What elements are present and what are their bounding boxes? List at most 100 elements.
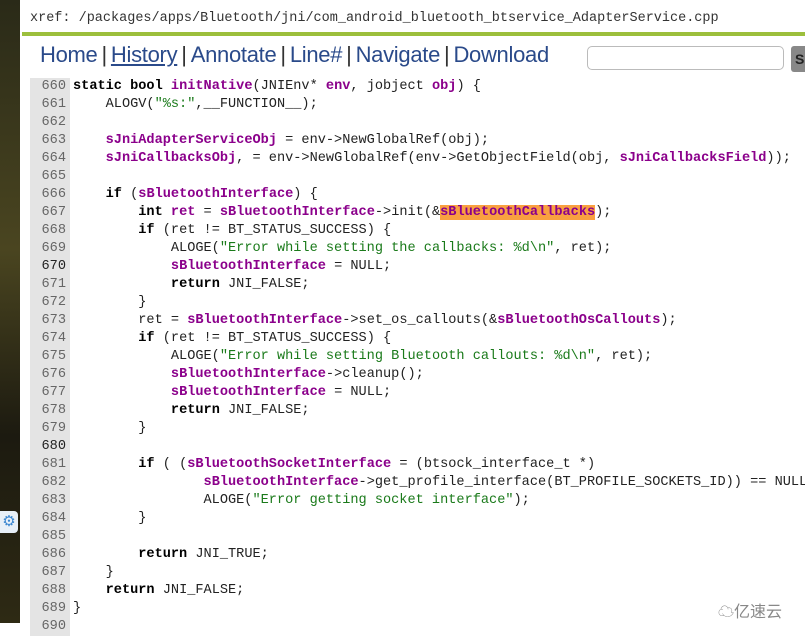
line-number[interactable]: 674: [30, 330, 70, 348]
code-token[interactable]: sBluetoothInterface: [204, 475, 359, 490]
line-number[interactable]: 662: [30, 114, 70, 132]
code-token[interactable]: sBluetoothInterface: [171, 385, 326, 400]
code-token[interactable]: sBluetoothInterface: [171, 259, 326, 274]
line-number[interactable]: 688: [30, 582, 70, 600]
line-number[interactable]: 671: [30, 276, 70, 294]
code-line: 667 int ret = sBluetoothInterface->init(…: [30, 204, 805, 222]
code-token: }: [73, 295, 147, 310]
code-text: sBluetoothInterface = NULL;: [70, 384, 391, 402]
code-token: }: [73, 601, 82, 616]
code-token: (ret != BT_STATUS_SUCCESS) {: [154, 223, 392, 238]
line-number[interactable]: 664: [30, 150, 70, 168]
code-token[interactable]: sJniCallbacksObj: [106, 151, 237, 166]
line-number[interactable]: 677: [30, 384, 70, 402]
line-number[interactable]: 670: [30, 258, 70, 276]
line-number[interactable]: 672: [30, 294, 70, 312]
nav-home[interactable]: Home: [40, 42, 98, 67]
code-line: 687 }: [30, 564, 805, 582]
code-token: return: [170, 277, 220, 292]
code-line: 681 if ( (sBluetoothSocketInterface = (b…: [30, 456, 805, 474]
watermark-logo: ☁亿速云: [718, 604, 783, 621]
code-token: , = env->NewGlobalRef(env->GetObjectFiel…: [236, 151, 620, 166]
line-number[interactable]: 679: [30, 420, 70, 438]
code-text: }: [70, 420, 146, 438]
line-number[interactable]: 685: [30, 528, 70, 546]
gear-icon[interactable]: ⚙: [0, 511, 18, 533]
code-token[interactable]: sBluetoothInterface: [220, 205, 375, 220]
line-number[interactable]: 669: [30, 240, 70, 258]
line-number[interactable]: 681: [30, 456, 70, 474]
nav-line-numbers[interactable]: Line#: [290, 42, 343, 67]
line-number[interactable]: 686: [30, 546, 70, 564]
code-token[interactable]: sBluetoothInterface: [187, 313, 342, 328]
code-token[interactable]: sBluetoothCallbacks: [440, 205, 596, 220]
code-token: ret =: [73, 313, 188, 328]
line-number[interactable]: 675: [30, 348, 70, 366]
code-line: 690: [30, 618, 805, 636]
search-input[interactable]: [587, 46, 784, 70]
code-token[interactable]: sJniCallbacksField: [620, 151, 767, 166]
line-number[interactable]: 673: [30, 312, 70, 330]
code-text: return JNI_FALSE;: [70, 582, 245, 600]
nav-download[interactable]: Download: [453, 42, 549, 67]
line-number[interactable]: 668: [30, 222, 70, 240]
nav-navigate[interactable]: Navigate: [356, 42, 441, 67]
code-token: ->set_os_callouts(&: [342, 313, 498, 328]
line-number[interactable]: 665: [30, 168, 70, 186]
line-number[interactable]: 682: [30, 474, 70, 492]
code-token: = (btsock_interface_t *): [391, 457, 596, 472]
code-token[interactable]: sBluetoothSocketInterface: [187, 457, 391, 472]
line-number[interactable]: 680: [30, 438, 70, 456]
line-number[interactable]: 667: [30, 204, 70, 222]
code-line: 680: [30, 438, 805, 456]
line-number[interactable]: 676: [30, 366, 70, 384]
code-line: 673 ret = sBluetoothInterface->set_os_ca…: [30, 312, 805, 330]
code-token[interactable]: obj: [432, 79, 456, 94]
code-token[interactable]: sBluetoothInterface: [171, 367, 326, 382]
code-token: );: [513, 493, 530, 508]
code-token: = NULL;: [325, 259, 392, 274]
line-number[interactable]: 683: [30, 492, 70, 510]
line-number[interactable]: 678: [30, 402, 70, 420]
line-number[interactable]: 687: [30, 564, 70, 582]
line-number[interactable]: 690: [30, 618, 70, 636]
line-number[interactable]: 684: [30, 510, 70, 528]
line-number[interactable]: 661: [30, 96, 70, 114]
code-token[interactable]: sBluetoothOsCallouts: [497, 313, 660, 328]
line-number[interactable]: 689: [30, 600, 70, 618]
code-line: 683 ALOGE("Error getting socket interfac…: [30, 492, 805, 510]
code-line: 672 }: [30, 294, 805, 312]
code-text: ALOGV("%s:",__FUNCTION__);: [70, 96, 318, 114]
nav-history[interactable]: History: [111, 42, 178, 67]
code-token: ALOGV(: [73, 97, 155, 112]
code-token: , jobject: [350, 79, 432, 94]
nav-annotate[interactable]: Annotate: [191, 42, 277, 67]
code-token: if: [105, 187, 122, 202]
code-token: (: [121, 187, 139, 202]
code-text: ret = sBluetoothInterface->set_os_callou…: [70, 312, 676, 330]
code-token[interactable]: sJniAdapterServiceObj: [106, 133, 277, 148]
code-token[interactable]: env: [326, 79, 350, 94]
code-text: int ret = sBluetoothInterface->init(&sBl…: [70, 204, 611, 222]
code-token[interactable]: sBluetoothInterface: [138, 187, 293, 202]
code-token: JNI_FALSE;: [219, 403, 310, 418]
code-text: return JNI_TRUE;: [70, 546, 269, 564]
code-line: 678 return JNI_FALSE;: [30, 402, 805, 420]
code-token[interactable]: initNative: [171, 79, 253, 94]
line-number[interactable]: 660: [30, 78, 70, 96]
code-line: 664 sJniCallbacksObj, = env->NewGlobalRe…: [30, 150, 805, 168]
code-line: 662: [30, 114, 805, 132]
code-token[interactable]: ret: [171, 205, 195, 220]
line-number[interactable]: 663: [30, 132, 70, 150]
line-number[interactable]: 666: [30, 186, 70, 204]
code-text: return JNI_FALSE;: [70, 276, 310, 294]
search-button[interactable]: S: [791, 46, 805, 72]
